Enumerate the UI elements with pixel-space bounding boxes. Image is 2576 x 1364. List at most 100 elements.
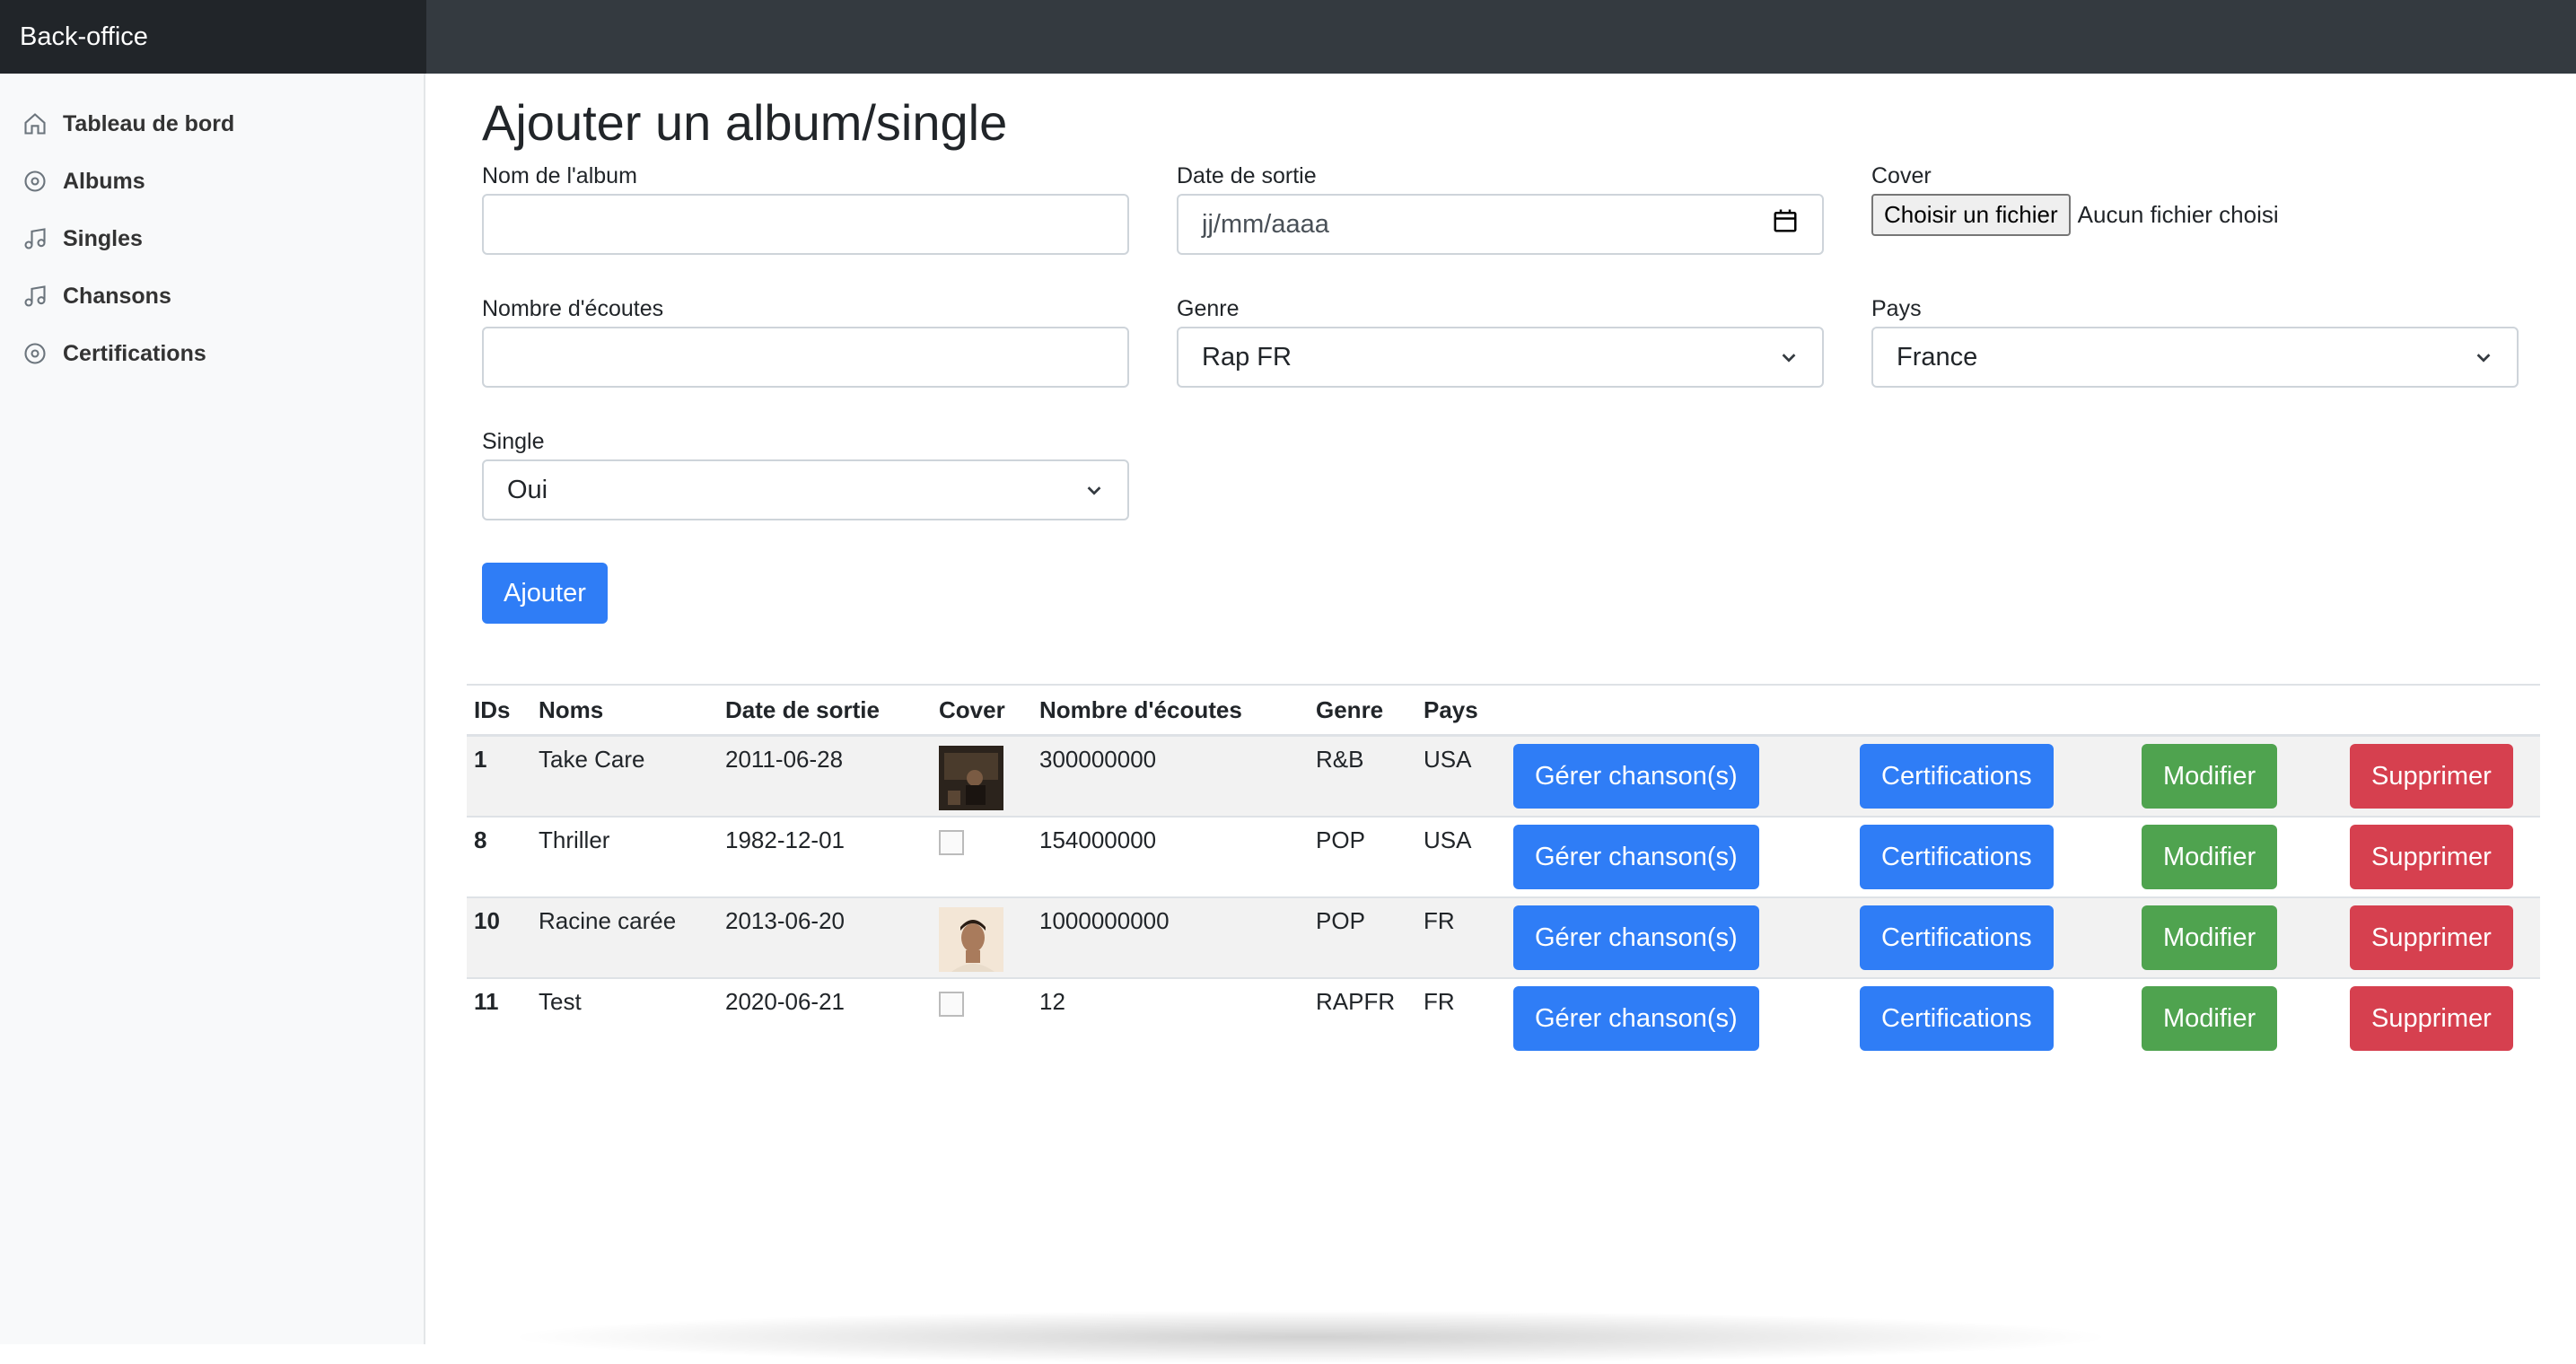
row-genre: R&B bbox=[1316, 746, 1364, 773]
manage-songs-button[interactable]: Gérer chanson(s) bbox=[1513, 905, 1759, 970]
edit-button[interactable]: Modifier bbox=[2142, 986, 2278, 1051]
file-input: Choisir un fichier Aucun fichier choisi bbox=[1871, 194, 2279, 236]
row-name: Take Care bbox=[539, 746, 645, 773]
cover-field: Cover Choisir un fichier Aucun fichier c… bbox=[1871, 163, 2519, 236]
row-genre: POP bbox=[1316, 907, 1365, 934]
single-select[interactable]: Oui bbox=[482, 459, 1129, 520]
manage-songs-button[interactable]: Gérer chanson(s) bbox=[1513, 986, 1759, 1051]
release-date-label: Date de sortie bbox=[1177, 163, 1317, 188]
header-edit bbox=[2134, 684, 2343, 737]
cover-thumbnail bbox=[939, 907, 1003, 972]
sidebar-item-certifications[interactable]: Certifications bbox=[0, 325, 424, 382]
row-name: Racine carée bbox=[539, 907, 677, 934]
sidebar-item-albums[interactable]: Albums bbox=[0, 153, 424, 210]
header-streams: Nombre d'écoutes bbox=[1032, 684, 1309, 737]
row-streams: 154000000 bbox=[1039, 826, 1157, 853]
single-selected: Oui bbox=[507, 475, 548, 504]
chevron-down-icon bbox=[1782, 354, 1796, 363]
sidebar-item-label: Albums bbox=[63, 168, 145, 194]
row-id: 8 bbox=[474, 826, 487, 853]
certifications-button[interactable]: Certifications bbox=[1860, 905, 2054, 970]
sidebar-item-label: Singles bbox=[63, 225, 143, 251]
genre-select[interactable]: Rap FR bbox=[1177, 327, 1824, 388]
row-genre: POP bbox=[1316, 826, 1365, 853]
edit-button[interactable]: Modifier bbox=[2142, 825, 2278, 889]
single-label: Single bbox=[482, 429, 545, 454]
music-note-icon bbox=[22, 283, 48, 310]
row-date: 2013-06-20 bbox=[725, 907, 845, 934]
header-ids: IDs bbox=[467, 684, 531, 737]
sidebar-item-label: Certifications bbox=[63, 340, 206, 366]
header-names: Noms bbox=[531, 684, 718, 737]
cover-label: Cover bbox=[1871, 163, 1932, 188]
sidebar: Tableau de bord Albums Singles Chansons … bbox=[0, 74, 425, 1344]
genre-label: Genre bbox=[1177, 296, 1240, 321]
sidebar-item-dashboard[interactable]: Tableau de bord bbox=[0, 95, 424, 153]
streams-label: Nombre d'écoutes bbox=[482, 296, 664, 321]
header-delete bbox=[2343, 684, 2540, 737]
top-navbar: Back-office bbox=[0, 0, 2576, 74]
header-manage bbox=[1506, 684, 1853, 737]
country-selected: France bbox=[1897, 342, 1978, 372]
release-date-input[interactable]: jj/mm/aaaa bbox=[1177, 194, 1824, 255]
disc-icon bbox=[22, 168, 48, 195]
calendar-icon[interactable] bbox=[1772, 207, 1799, 241]
certifications-button[interactable]: Certifications bbox=[1860, 744, 2054, 809]
bottom-shadow bbox=[503, 1310, 2118, 1364]
sidebar-item-singles[interactable]: Singles bbox=[0, 210, 424, 267]
music-note-icon bbox=[22, 225, 48, 252]
row-country: FR bbox=[1424, 988, 1455, 1015]
edit-button[interactable]: Modifier bbox=[2142, 744, 2278, 809]
delete-button[interactable]: Supprimer bbox=[2350, 905, 2513, 970]
row-streams: 300000000 bbox=[1039, 746, 1157, 773]
release-date-field: Date de sortie jj/mm/aaaa bbox=[1177, 163, 1824, 255]
header-cover: Cover bbox=[932, 684, 1032, 737]
choose-file-button[interactable]: Choisir un fichier bbox=[1871, 194, 2071, 236]
cover-thumbnail bbox=[939, 746, 1003, 810]
albums-table: IDs Noms Date de sortie Cover Nombre d'é… bbox=[467, 684, 2540, 1058]
sidebar-item-label: Tableau de bord bbox=[63, 110, 235, 136]
row-country: USA bbox=[1424, 826, 1472, 853]
certifications-button[interactable]: Certifications bbox=[1860, 986, 2054, 1051]
table-header-row: IDs Noms Date de sortie Cover Nombre d'é… bbox=[467, 684, 2540, 737]
header-genre: Genre bbox=[1309, 684, 1416, 737]
delete-button[interactable]: Supprimer bbox=[2350, 744, 2513, 809]
row-date: 1982-12-01 bbox=[725, 826, 845, 853]
manage-songs-button[interactable]: Gérer chanson(s) bbox=[1513, 744, 1759, 809]
brand-title[interactable]: Back-office bbox=[0, 0, 426, 74]
delete-button[interactable]: Supprimer bbox=[2350, 825, 2513, 889]
broken-image-icon bbox=[939, 830, 964, 855]
broken-image-icon bbox=[939, 992, 964, 1017]
home-icon bbox=[22, 110, 48, 137]
chevron-down-icon bbox=[1087, 486, 1101, 495]
file-status: Aucun fichier choisi bbox=[2077, 201, 2279, 228]
header-release-date: Date de sortie bbox=[718, 684, 932, 737]
manage-songs-button[interactable]: Gérer chanson(s) bbox=[1513, 825, 1759, 889]
table-row: 1 Take Care 2011-06-28 300000000 R&B USA… bbox=[467, 734, 2540, 817]
row-country: USA bbox=[1424, 746, 1472, 773]
chevron-down-icon bbox=[2476, 354, 2491, 363]
header-certifications bbox=[1853, 684, 2134, 737]
album-name-field: Nom de l'album bbox=[482, 163, 1129, 255]
album-name-label: Nom de l'album bbox=[482, 163, 637, 188]
country-field: Pays France bbox=[1871, 296, 2519, 388]
sidebar-item-songs[interactable]: Chansons bbox=[0, 267, 424, 325]
delete-button[interactable]: Supprimer bbox=[2350, 986, 2513, 1051]
row-streams: 1000000000 bbox=[1039, 907, 1170, 934]
sidebar-item-label: Chansons bbox=[63, 283, 171, 309]
streams-input[interactable] bbox=[482, 327, 1129, 388]
add-button[interactable]: Ajouter bbox=[482, 563, 608, 624]
table-row: 10 Racine carée 2013-06-20 1000000000 PO… bbox=[467, 896, 2540, 978]
certifications-button[interactable]: Certifications bbox=[1860, 825, 2054, 889]
country-select[interactable]: France bbox=[1871, 327, 2519, 388]
row-name: Test bbox=[539, 988, 582, 1015]
album-name-input[interactable] bbox=[482, 194, 1129, 255]
albums-table-wrapper: IDs Noms Date de sortie Cover Nombre d'é… bbox=[467, 684, 2540, 1058]
row-date: 2020-06-21 bbox=[725, 988, 845, 1015]
header-country: Pays bbox=[1416, 684, 1506, 737]
row-id: 1 bbox=[474, 746, 487, 773]
page-title: Ajouter un album/single bbox=[482, 94, 1008, 151]
row-streams: 12 bbox=[1039, 988, 1065, 1015]
edit-button[interactable]: Modifier bbox=[2142, 905, 2278, 970]
table-row: 11 Test 2020-06-21 12 RAPFR FR Gérer cha… bbox=[467, 977, 2540, 1058]
